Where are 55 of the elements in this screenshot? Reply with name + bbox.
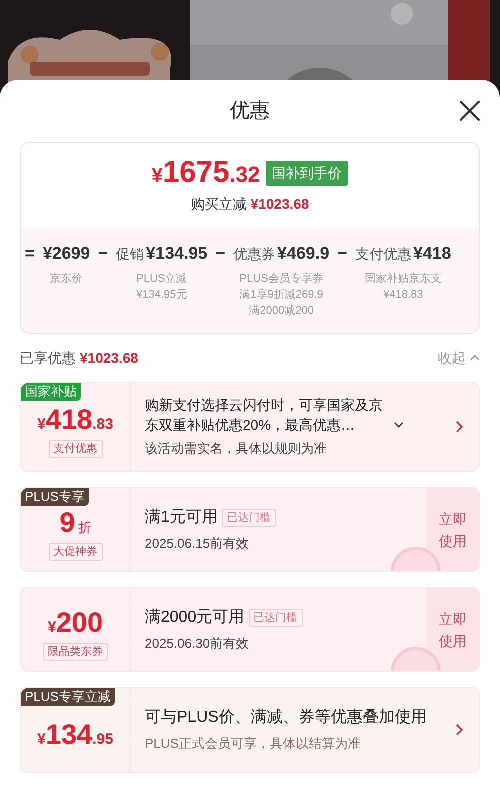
breakdown-amount: ¥134.95 (146, 243, 208, 265)
breakdown-label: 促销 (116, 245, 144, 264)
offer-tag: PLUS专享 (21, 488, 89, 506)
offer-title: 满2000元可用 (145, 608, 245, 628)
offer-description: 购新支付选择云闪付时，可享国家及京东双重补贴优惠20%，最高优惠… (145, 396, 384, 436)
offer-amount: ¥134.95 (38, 721, 114, 749)
offer-title: 可与PLUS价、满减、券等优惠叠加使用 (145, 708, 427, 728)
chevron-right-icon[interactable] (456, 724, 463, 736)
breakdown-note: 国家补贴京东支 (364, 272, 442, 287)
breakdown-note: PLUS会员专享券 (240, 272, 324, 287)
offer-title: 满1元可用 (145, 508, 218, 528)
operator-sign: − (216, 243, 226, 265)
saving-label: 购买立减 (190, 194, 247, 214)
chevron-icon (470, 355, 480, 361)
use-now-button[interactable]: 立即使用 (427, 488, 479, 571)
offer-badge: 支付优惠 (48, 440, 102, 458)
close-button[interactable] (458, 99, 482, 123)
breakdown-label: 优惠券 (234, 245, 276, 264)
use-now-button[interactable]: 立即使用 (427, 588, 479, 671)
offer-badge: 限品类东券 (43, 642, 108, 660)
operator-sign: = (25, 243, 35, 265)
collapse-toggle[interactable]: 收起 (438, 348, 480, 368)
offer-amount: ¥200 (48, 608, 104, 636)
offer-note: PLUS正式会员可享，具体以结算为准 (145, 735, 362, 754)
offer-amount: 9 折 (60, 508, 92, 536)
offer-note: 2025.06.15前有效 (145, 534, 250, 553)
sheet-title: 优惠 (230, 99, 270, 124)
chevron-right-icon[interactable] (456, 421, 463, 433)
breakdown-amount: ¥469.9 (278, 243, 330, 265)
breakdown-note: ¥134.95元 (136, 288, 188, 303)
operator-sign: − (98, 243, 108, 265)
breakdown-amount: ¥418 (413, 243, 452, 265)
close-icon (458, 99, 482, 123)
price-tag: 国补到手价 (266, 160, 348, 186)
threshold-badge: 已达门槛 (222, 508, 276, 527)
operator-sign: − (338, 243, 348, 265)
saving-amount: ¥1023.68 (250, 194, 310, 214)
offer-tag: PLUS专享立减 (21, 688, 115, 706)
threshold-badge: 已达门槛 (248, 608, 303, 627)
enjoyed-label: 已享优惠 (20, 348, 76, 368)
final-price: ¥1675.32 (152, 158, 260, 188)
breakdown-note: PLUS立减 (136, 272, 188, 287)
enjoyed-amount: ¥1023.68 (80, 348, 138, 368)
offer-note: 2025.06.30前有效 (145, 634, 250, 653)
breakdown-amount: ¥2699 (42, 243, 90, 265)
breakdown-note: ¥418.83 (384, 288, 424, 303)
offer-tag: 国家补贴 (21, 383, 81, 401)
breakdown-note: 满1享9折减269.9 (240, 288, 324, 303)
offer-badge: 大促神券 (48, 542, 102, 560)
breakdown-note: 满2000减200 (249, 304, 314, 319)
expand-icon[interactable] (394, 422, 404, 428)
breakdown-label: 支付优惠 (355, 245, 412, 264)
breakdown-note: 京东价 (50, 272, 84, 287)
offer-amount: ¥418.83 (38, 406, 114, 434)
offer-note: 该活动需实名，具体以规则为准 (145, 440, 328, 458)
